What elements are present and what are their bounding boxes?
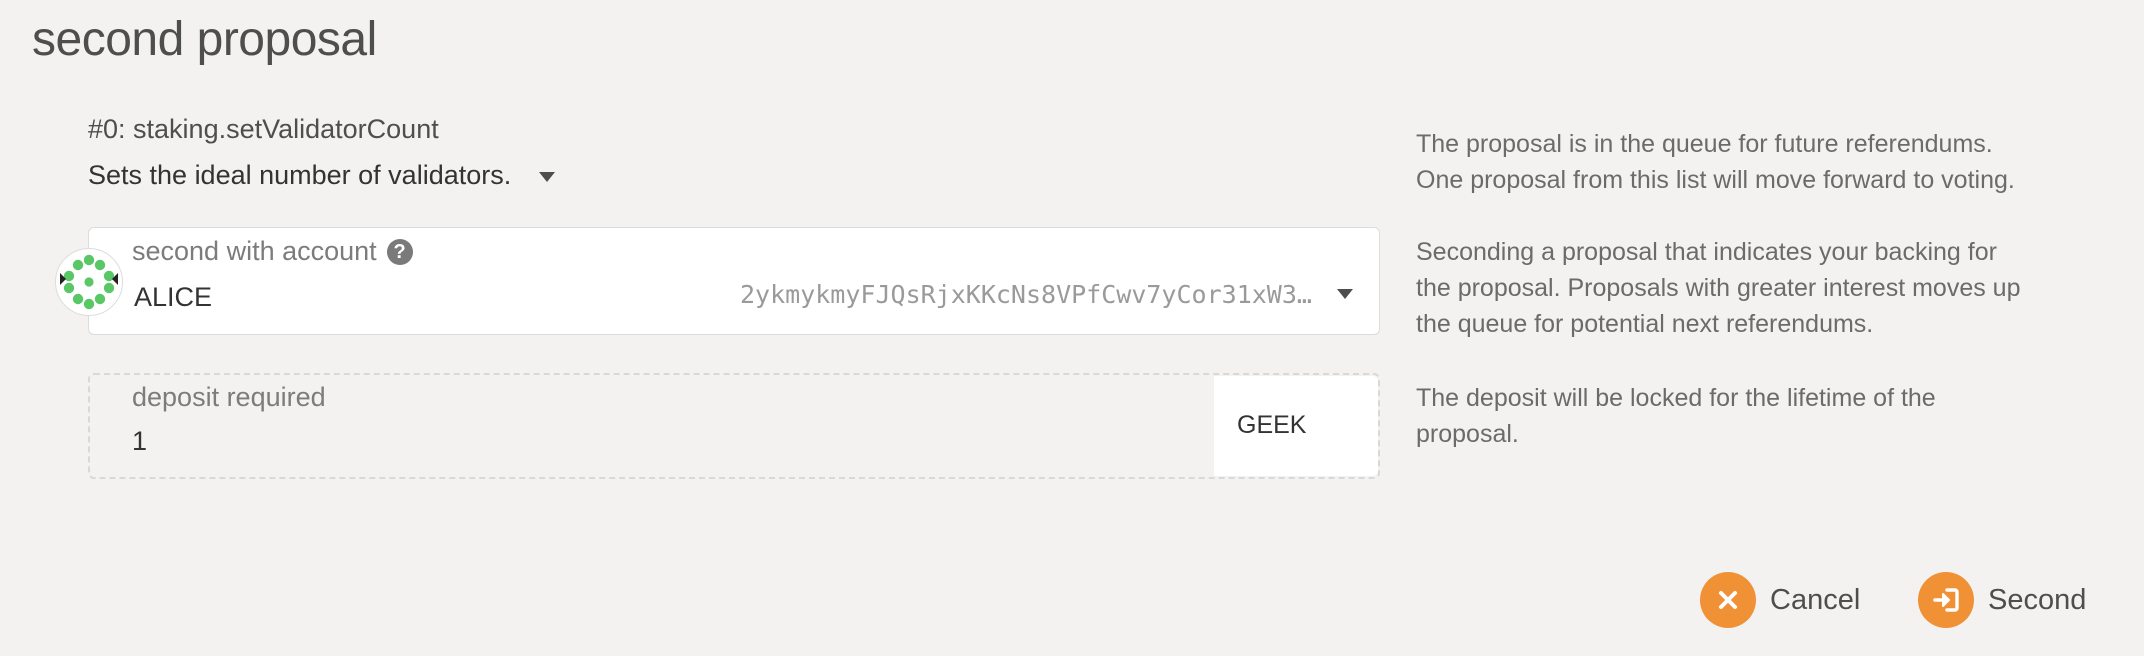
help-line: the proposal. Proposals with greater int… <box>1416 274 2021 302</box>
deposit-label: deposit required <box>132 382 326 412</box>
question-circle-icon[interactable]: ? <box>386 238 413 265</box>
sign-in-icon <box>1918 572 1974 628</box>
account-identicon-icon <box>55 248 123 316</box>
second-button[interactable]: Second <box>1918 572 2086 628</box>
queue-help-text: The proposal is in the queue for future … <box>1416 126 2116 198</box>
deposit-help-text: The deposit will be locked for the lifet… <box>1416 380 2116 452</box>
deposit-value: 1 <box>132 426 148 456</box>
account-label-text: second with account <box>132 236 377 266</box>
help-line: the queue for potential next referendums… <box>1416 310 1874 338</box>
help-line: Seconding a proposal that indicates your… <box>1416 238 1997 266</box>
second-label: Second <box>1988 583 2087 616</box>
account-name: ALICE <box>134 282 213 312</box>
second-proposal-modal: second proposal #0: staking.setValidator… <box>0 0 2144 656</box>
help-line: The deposit will be locked for the lifet… <box>1416 384 1936 412</box>
help-line: One proposal from this list will move fo… <box>1416 166 2015 194</box>
cancel-button[interactable]: Cancel <box>1700 572 1860 628</box>
modal-title: second proposal <box>32 13 377 66</box>
cancel-label: Cancel <box>1770 583 1861 616</box>
close-icon <box>1700 572 1756 628</box>
proposal-description: Sets the ideal number of validators. <box>88 160 512 190</box>
caret-down-icon <box>539 171 556 182</box>
account-caret-down-icon[interactable] <box>1337 289 1353 299</box>
account-field-label: second with account ? <box>132 236 413 267</box>
account-address: 2ykmykmyFJQsRjxKKcNs8VPfCwv7yCor31xW3… <box>740 280 1312 309</box>
seconding-help-text: Seconding a proposal that indicates your… <box>1416 234 2116 342</box>
deposit-unit: GEEK <box>1237 411 1307 439</box>
proposal-heading: #0: staking.setValidatorCount <box>88 114 439 144</box>
proposal-expand-toggle[interactable]: Sets the ideal number of validators. <box>88 160 556 191</box>
help-line: The proposal is in the queue for future … <box>1416 130 1993 158</box>
help-line: proposal. <box>1416 420 1519 448</box>
